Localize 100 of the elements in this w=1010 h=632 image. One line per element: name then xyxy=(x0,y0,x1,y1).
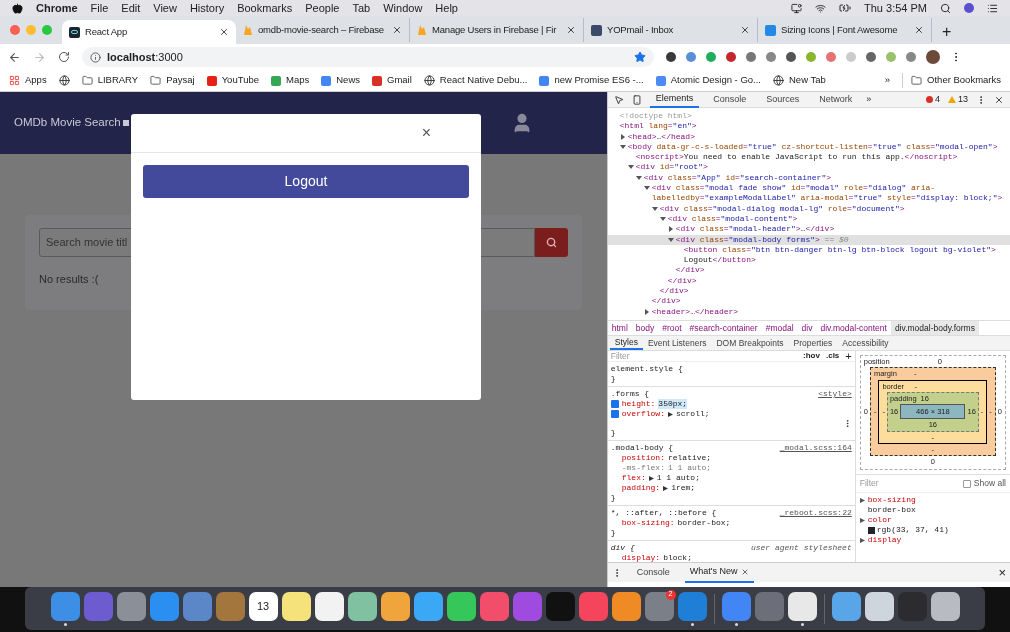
rule-source-link[interactable]: user agent stylesheet xyxy=(750,543,852,553)
breadcrumb[interactable]: div.modal-content xyxy=(816,321,891,335)
devtools-tab[interactable]: Sources xyxy=(760,91,806,108)
browser-tab[interactable]: YOPmail - Inbox xyxy=(584,18,758,42)
inspect-icon[interactable] xyxy=(613,94,624,105)
rule-selector[interactable]: .modal-body { xyxy=(610,443,780,453)
dom-node[interactable]: <div class="modal-body forms"> == $0 xyxy=(607,234,1010,245)
rule-source-link[interactable]: _reboot.scss:22 xyxy=(779,508,852,518)
checkbox[interactable] xyxy=(610,400,619,408)
breadcrumb[interactable]: #root xyxy=(658,321,686,335)
device-icon[interactable] xyxy=(631,94,642,105)
menu-clock[interactable]: Thu 3:54 PM xyxy=(864,0,927,17)
warning-count[interactable]: 13 xyxy=(948,92,968,107)
bookmark-item[interactable]: YouTube xyxy=(206,73,259,88)
expanded-triangle-icon[interactable] xyxy=(619,143,626,150)
style-property[interactable]: box-sizing: border-box; xyxy=(610,518,852,528)
reload-icon[interactable] xyxy=(58,51,70,63)
bookmark-item[interactable] xyxy=(58,75,70,86)
close-icon[interactable] xyxy=(566,25,576,35)
dom-node[interactable]: <div id="root"> xyxy=(607,162,1010,173)
expand-triangle-icon[interactable] xyxy=(648,475,654,481)
styles-tab[interactable]: DOM Breakpoints xyxy=(711,336,789,350)
devtools-tab[interactable]: Console xyxy=(707,91,753,108)
style-property[interactable]: flex: 1 1 auto; xyxy=(610,473,852,483)
bookmark-item[interactable]: Paysaj xyxy=(150,73,195,88)
browser-tab[interactable]: Sizing Icons | Font Awesome xyxy=(758,18,932,42)
apple-logo-icon[interactable] xyxy=(12,2,23,14)
close-drawer-button[interactable]: × xyxy=(998,566,1006,579)
close-icon[interactable] xyxy=(392,25,402,35)
styles-tab[interactable]: Event Listeners xyxy=(642,336,712,350)
style-property[interactable]: overflow: scroll; xyxy=(610,409,852,419)
siri-icon[interactable] xyxy=(964,3,974,13)
breadcrumb[interactable]: #modal xyxy=(761,321,798,335)
collapsed-triangle-icon[interactable] xyxy=(619,133,626,140)
menu-item[interactable]: History xyxy=(189,0,225,17)
dom-node[interactable]: <html lang="en"> xyxy=(607,121,1010,132)
expand-triangle-icon[interactable] xyxy=(859,537,865,543)
devtools-tab[interactable]: Elements xyxy=(649,91,700,108)
close-icon[interactable] xyxy=(740,567,749,576)
dom-node[interactable]: <div class="App" id="search-container"> xyxy=(607,172,1010,184)
bookmark-folder-item[interactable]: Other Bookmarks xyxy=(902,73,1001,88)
bookmark-star-icon[interactable] xyxy=(634,51,646,63)
rule-selector[interactable]: div { xyxy=(610,543,751,553)
menu-item[interactable]: Bookmarks xyxy=(237,0,293,17)
dom-node[interactable]: <header>…</header> xyxy=(607,306,1010,317)
styles-tab[interactable]: Accessibility xyxy=(837,336,894,350)
menu-item[interactable]: Chrome xyxy=(36,0,78,17)
color-swatch[interactable] xyxy=(867,526,875,534)
logout-button[interactable]: Logout xyxy=(143,165,469,198)
style-property[interactable]: padding: 1rem; xyxy=(610,483,852,493)
style-property[interactable]: position: relative; xyxy=(610,453,852,463)
breadcrumb[interactable]: div.modal-body.forms xyxy=(890,321,979,335)
devtools-tab[interactable]: Network xyxy=(813,91,859,108)
bookmark-item[interactable]: Maps xyxy=(271,73,310,88)
dom-node[interactable]: <div class="modal-dialog modal-lg" role="document"> xyxy=(607,203,1010,214)
breadcrumb[interactable]: #search-container xyxy=(685,321,762,335)
dom-node[interactable]: <noscript>You need to enable JavaScript to run this app.</noscript> xyxy=(607,152,1010,163)
bookmark-item[interactable]: React Native Debu... xyxy=(423,73,528,88)
expanded-triangle-icon[interactable] xyxy=(667,236,674,243)
close-icon[interactable] xyxy=(219,27,229,37)
close-icon[interactable] xyxy=(994,94,1004,105)
computed-property[interactable]: color rgb(33, 37, 41) xyxy=(859,515,1006,536)
dom-node[interactable]: <button class="btn btn-danger btn-lg btn-block logout bg-violet"> Logout</button> xyxy=(607,244,1010,266)
back-icon[interactable] xyxy=(8,50,21,64)
menu-item[interactable]: People xyxy=(305,0,340,17)
style-property[interactable]: display: block; xyxy=(610,553,852,563)
drawer-tab[interactable]: Console xyxy=(631,562,675,583)
bookmark-item[interactable]: Apps xyxy=(9,73,47,88)
rule-selector[interactable]: *, ::after, ::before { xyxy=(610,508,780,518)
dom-node[interactable]: <body data-gr-c-s-loaded="true" cz-shortcut-listen="true" class="modal-open"> xyxy=(607,141,1010,153)
dom-node[interactable]: <div class="modal-header">…</div> xyxy=(607,224,1010,235)
computed-filter-field[interactable]: Filter xyxy=(859,477,960,491)
drawer-tab[interactable]: What's New xyxy=(684,562,754,583)
breadcrumb[interactable]: body xyxy=(631,321,659,335)
wifi-icon[interactable] xyxy=(815,2,826,14)
battery-icon[interactable] xyxy=(839,2,851,14)
styles-tab[interactable]: Styles xyxy=(609,336,643,350)
rule-source-link[interactable]: <style> xyxy=(818,389,852,399)
search-button[interactable] xyxy=(534,228,568,257)
bookmark-item[interactable]: LIBRARY xyxy=(81,73,139,88)
breadcrumb[interactable]: div xyxy=(797,321,817,335)
class-toggle-button[interactable]: .cls xyxy=(825,351,840,361)
avatar-icon[interactable] xyxy=(926,50,940,64)
dom-node[interactable]: <div class="modal fade show" id="modal" role="dialog" aria-labelledby="exampleModalLabel" aria-modal="true" style="display: block;"> xyxy=(607,183,1010,204)
close-button[interactable]: × xyxy=(421,125,431,141)
more-tabs-button[interactable]: » xyxy=(866,92,872,107)
rule-selector[interactable]: .forms { xyxy=(610,389,819,399)
address-field[interactable]: localhost:3000 xyxy=(82,47,654,67)
bookmark-item[interactable]: Atomic Design - Go... xyxy=(655,73,761,88)
bookmark-item[interactable]: Gmail xyxy=(372,73,412,88)
dock-app-icon[interactable] xyxy=(787,591,817,626)
browser-tab[interactable]: React App xyxy=(62,20,236,44)
bookmark-item[interactable]: New Tab xyxy=(773,73,826,88)
show-all-checkbox[interactable] xyxy=(962,479,971,488)
checkbox[interactable] xyxy=(610,410,619,418)
expand-triangle-icon[interactable] xyxy=(859,517,865,523)
menu-item[interactable]: Tab xyxy=(352,0,371,17)
computed-property[interactable]: box-sizing border-box xyxy=(859,495,1006,516)
screen-icon[interactable] xyxy=(791,2,802,14)
style-property[interactable]: height: 350px; xyxy=(610,399,852,409)
